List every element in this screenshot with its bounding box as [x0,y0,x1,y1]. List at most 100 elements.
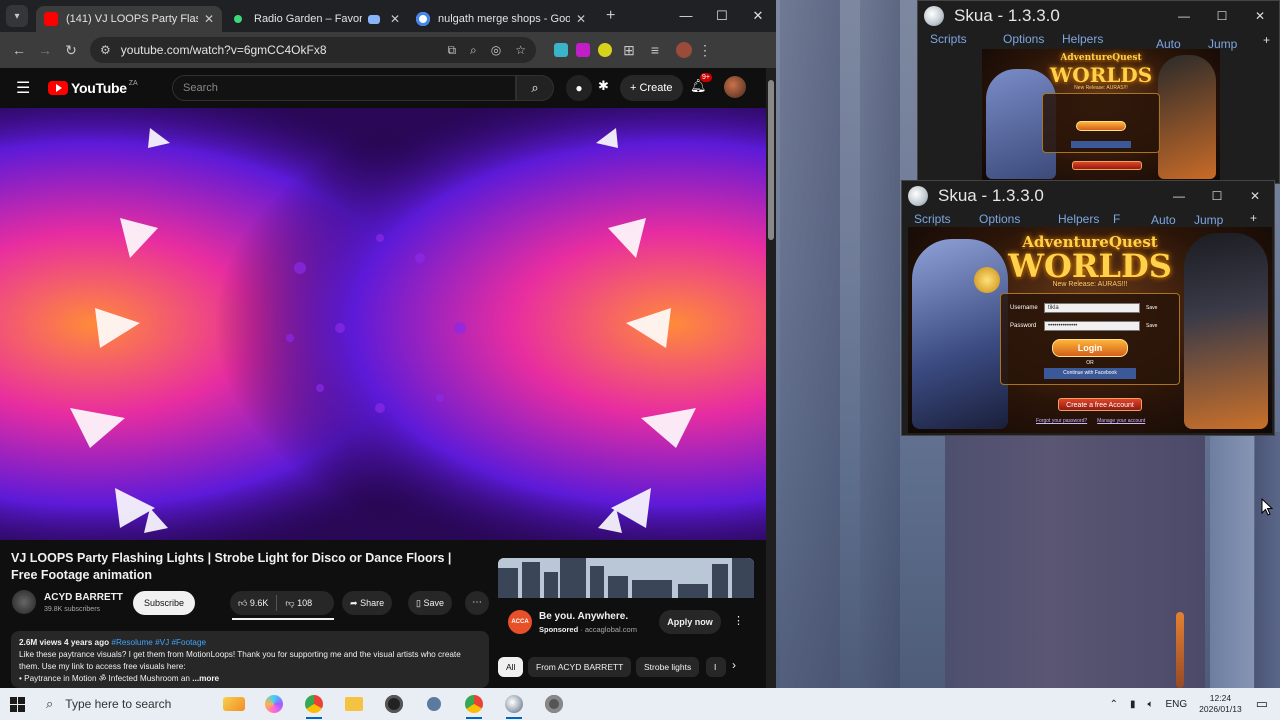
chevron-right-icon[interactable]: › [732,658,736,672]
close-tab-icon[interactable]: ✕ [390,12,400,26]
password-input[interactable]: •••••••••••••• [1044,321,1140,331]
create-button[interactable]: + Create [620,75,683,101]
chip-from-channel[interactable]: From ACYD BARRETT [528,657,632,677]
game-viewport[interactable]: AdventureQuest WORLDS New Release: AURAS… [982,49,1220,183]
media-playing-icon[interactable] [367,14,380,24]
notifications-bell-icon[interactable]: 🔔︎ 9+ [690,73,712,94]
minimize-icon[interactable]: — [1165,1,1203,31]
create-account-button[interactable] [1072,161,1142,170]
menu-jump[interactable]: Jump [1194,213,1223,227]
menu-f[interactable]: F [1113,212,1120,226]
tab-search-button[interactable]: ▾ [6,5,28,27]
maximize-icon[interactable]: ☐ [1198,181,1236,211]
back-arrow-icon[interactable]: ← [6,42,32,58]
skua-taskbar-icon[interactable] [494,688,534,720]
volume-icon[interactable]: 🔈︎ [1147,699,1153,710]
video-player[interactable] [0,108,766,540]
forgot-password-link[interactable]: Forgot your password? [1036,418,1087,424]
chip-strobe-lights[interactable]: Strobe lights [636,657,700,677]
game-viewport[interactable]: AdventureQuest WORLDS New Release: AURAS… [908,227,1272,433]
language-indicator[interactable]: ENG [1165,699,1187,710]
reload-icon[interactable]: ↻ [58,42,84,59]
close-window-icon[interactable]: ✕ [740,0,776,32]
menu-options[interactable]: Options [979,212,1020,226]
media-control-icon[interactable]: ≡ [642,42,668,58]
microphone-icon[interactable]: ▮ [1130,699,1136,710]
search-input[interactable]: Search [172,75,516,101]
tray-chevron-icon[interactable]: ⌃ [1110,699,1118,710]
ad-menu-icon[interactable]: ⋮ [733,614,744,627]
show-more-link[interactable]: ...more [192,674,219,683]
close-tab-icon[interactable]: ✕ [576,12,586,26]
facebook-login-button[interactable] [1071,141,1131,148]
voice-search-icon[interactable]: ● [566,75,592,101]
extension-yellow-icon[interactable] [598,43,612,57]
login-button[interactable] [1076,121,1126,131]
minimize-icon[interactable]: — [1160,181,1198,211]
extensions-puzzle-icon[interactable]: ⊞ [616,42,642,59]
youtube-logo[interactable]: YouTube ZA [48,80,138,96]
menu-hamburger-icon[interactable]: ☰ [16,78,40,98]
minimize-icon[interactable]: — [668,0,704,32]
address-bar[interactable]: ⚙ youtube.com/watch?v=6gmCC4OkFx8 ⧉ ⌕ ◎ … [90,37,536,63]
maximize-icon[interactable]: ☐ [1203,1,1241,31]
zoom-icon[interactable]: ⌕ [470,43,477,58]
search-highlight-icon[interactable] [214,688,254,720]
share-button[interactable]: ➦ Share [342,591,393,615]
hide-icon[interactable]: ◎ [491,43,501,57]
video-description[interactable]: 2.6M views 4 years ago #Resolume #VJ #Fo… [11,631,489,688]
add-icon[interactable]: + [1263,33,1270,47]
copilot-icon[interactable] [254,688,294,720]
close-window-icon[interactable]: ✕ [1241,1,1279,31]
scrollbar-thumb[interactable] [768,80,774,240]
new-tab-icon[interactable]: + [606,7,615,25]
menu-helpers[interactable]: Helpers [1062,32,1103,46]
menu-scripts[interactable]: Scripts [914,212,951,226]
account-avatar[interactable] [724,76,746,98]
chrome-profile-taskbar-icon[interactable] [454,688,494,720]
menu-options[interactable]: Options [1003,32,1044,46]
apply-now-button[interactable]: Apply now [659,610,721,634]
profile-avatar-icon[interactable] [676,42,692,58]
extension-purple-icon[interactable] [576,43,590,57]
login-button[interactable]: Login [1052,339,1128,357]
chip-partial[interactable]: I [706,657,726,677]
page-scrollbar[interactable] [766,68,776,688]
taskbar-search[interactable]: ⌕ Type here to search [34,688,214,720]
app-feather-icon[interactable] [414,688,454,720]
ad-banner-image[interactable] [498,558,754,598]
dislike-button[interactable]: 👎︎ 108 [285,598,312,609]
clock[interactable]: 12:24 2026/01/13 [1199,693,1242,715]
notifications-icon[interactable]: ▭ [1256,696,1268,712]
site-info-icon[interactable]: ⚙ [100,43,111,57]
username-input[interactable]: tikla [1044,303,1140,313]
ad-title[interactable]: Be you. Anywhere. [539,611,628,622]
save-username-checkbox[interactable]: Save [1146,305,1157,311]
extension-translate-icon[interactable] [554,43,568,57]
advertiser-logo[interactable]: ACCA [508,610,532,634]
channel-avatar[interactable] [12,590,36,614]
start-button[interactable] [0,688,34,720]
chip-all[interactable]: All [498,657,524,677]
bookmark-star-icon[interactable]: ☆ [515,43,526,57]
facebook-login-button[interactable]: Continue with Facebook [1044,368,1136,379]
chrome-menu-icon[interactable]: ⋮ [692,42,718,59]
tab-youtube[interactable]: (141) VJ LOOPS Party Flashing Lights ✕ [36,6,222,32]
subscribe-button[interactable]: Subscribe [133,591,195,615]
add-icon[interactable]: + [1250,211,1257,225]
search-button[interactable]: ⌕ [516,75,554,101]
chrome-taskbar-icon[interactable] [294,688,334,720]
maximize-icon[interactable]: ☐ [704,0,740,32]
save-button[interactable]: ▯ Save [408,591,452,615]
manage-account-link[interactable]: Manage your account [1097,418,1145,424]
install-app-icon[interactable]: ⧉ [447,43,456,58]
create-account-button[interactable]: Create a free Account [1058,398,1142,411]
more-actions-button[interactable]: ⋯ [465,591,489,615]
menu-auto[interactable]: Auto [1151,213,1176,227]
channel-name[interactable]: ACYD BARRETT [44,592,123,603]
file-explorer-icon[interactable] [334,688,374,720]
extension-gear-icon[interactable]: ✱ [598,78,609,94]
hashtags[interactable]: #Resolume #VJ #Footage [111,638,206,647]
save-password-checkbox[interactable]: Save [1146,323,1157,329]
like-button[interactable]: 👍︎ 9.6K [238,598,268,609]
